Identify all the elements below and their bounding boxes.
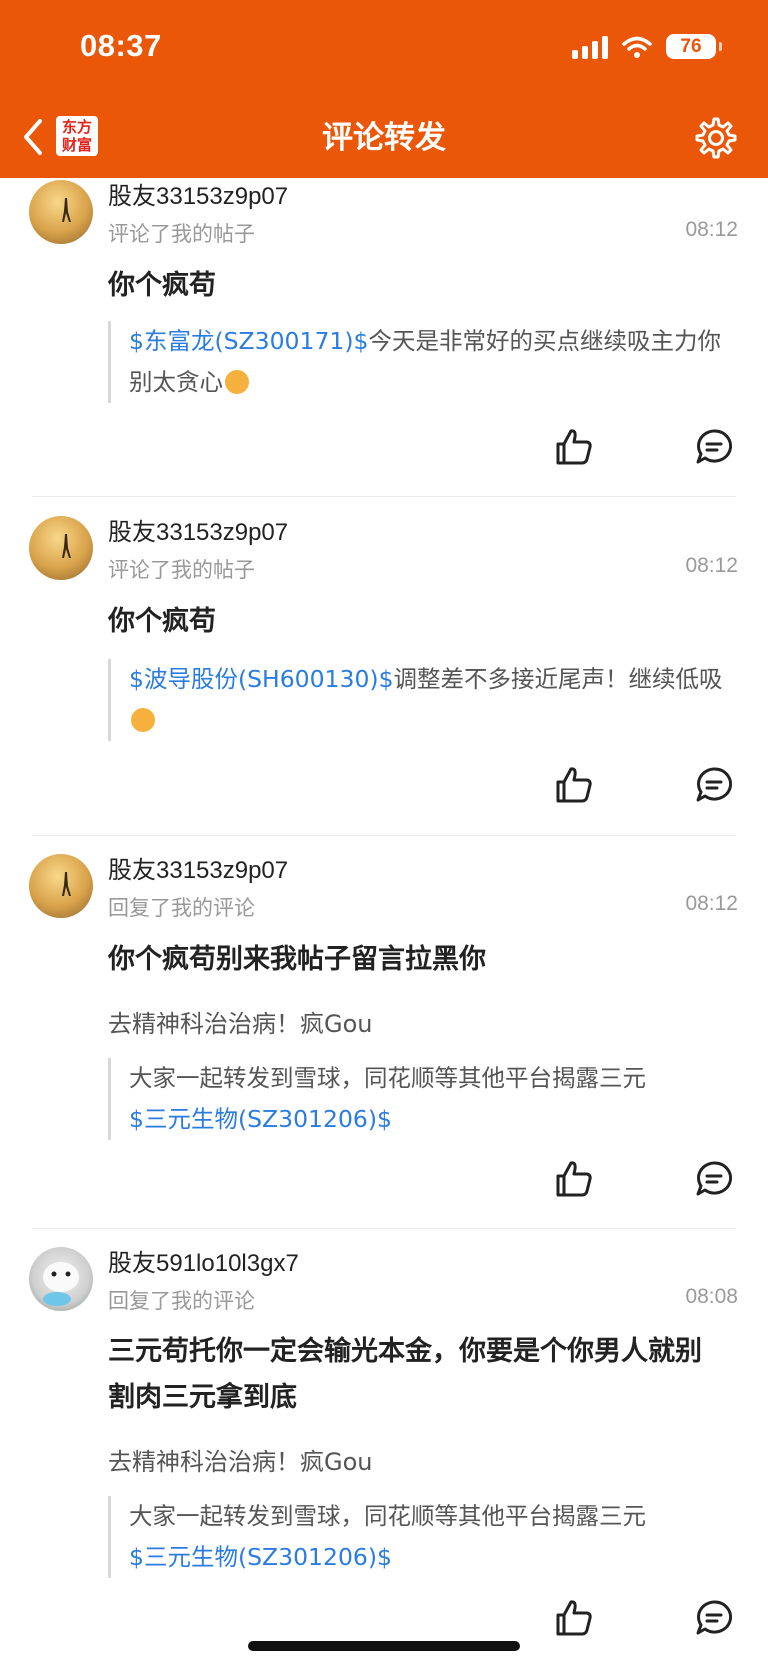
thumbs-up-icon[interactable]: [553, 1158, 595, 1200]
gear-icon[interactable]: [694, 116, 738, 160]
thumbs-up-icon[interactable]: [553, 426, 595, 468]
comment-content: 你个疯苟: [108, 270, 216, 301]
avatar-silhouette: [62, 872, 71, 896]
quoted-post[interactable]: 大家一起转发到雪球，同花顺等其他平台揭露三元 $三元生物(SZ301206)$: [108, 1496, 734, 1578]
stock-link[interactable]: $东富龙(SZ300171)$: [129, 327, 368, 355]
quote-text: 大家一起转发到雪球，同花顺等其他平台揭露三元: [129, 1064, 646, 1092]
username[interactable]: 股友33153z9p07: [108, 512, 288, 547]
comment-item[interactable]: 股友591lo10l3gx7 回复了我的评论 08:08 三元苟托你一定会输光本…: [0, 1245, 768, 1663]
timestamp: 08:12: [685, 892, 738, 915]
signal-icon: [572, 35, 608, 59]
action-text: 评论了我的帖子: [108, 558, 255, 582]
reply-text: 去精神科治治病！疯Gou: [108, 1010, 373, 1038]
avatar-hamster: [43, 1262, 79, 1306]
home-indicator[interactable]: [248, 1641, 520, 1651]
quote-text: 调整差不多接近尾声！继续低吸: [393, 665, 723, 693]
quoted-post[interactable]: $东富龙(SZ300171)$今天是非常好的买点继续吸主力你别太贪心: [108, 321, 734, 403]
comment-icon[interactable]: [693, 764, 735, 806]
page-title: 评论转发: [322, 120, 446, 156]
quoted-post[interactable]: 大家一起转发到雪球，同花顺等其他平台揭露三元 $三元生物(SZ301206)$: [108, 1058, 734, 1140]
emoji-icon: [131, 708, 155, 732]
avatar[interactable]: [29, 516, 93, 580]
comment-icon[interactable]: [693, 1597, 735, 1639]
avatar-silhouette: [62, 534, 71, 558]
divider: [32, 496, 736, 497]
comment-item[interactable]: 股友33153z9p07 评论了我的帖子 08:12 你个疯苟 $波导股份(SH…: [0, 512, 768, 836]
divider: [32, 1228, 736, 1229]
avatar[interactable]: [29, 854, 93, 918]
action-text: 回复了我的评论: [108, 1289, 255, 1313]
username[interactable]: 股友33153z9p07: [108, 176, 288, 211]
quote-text: 大家一起转发到雪球，同花顺等其他平台揭露三元: [129, 1502, 646, 1530]
status-time: 08:37: [80, 28, 162, 63]
comment-content: 三元苟托你一定会输光本金，你要是个你男人就别割肉三元拿到底: [108, 1336, 702, 1413]
reply-text: 去精神科治治病！疯Gou: [108, 1448, 373, 1476]
quoted-post[interactable]: $波导股份(SH600130)$调整差不多接近尾声！继续低吸: [108, 659, 734, 741]
thumbs-up-icon[interactable]: [553, 1597, 595, 1639]
avatar-silhouette: [62, 198, 71, 222]
timestamp: 08:12: [685, 554, 738, 577]
emoji-icon: [225, 370, 249, 394]
app-header: 08:37 76 东方 财富 评论转发: [0, 0, 768, 178]
timestamp: 08:12: [685, 218, 738, 241]
comment-content: 你个疯苟: [108, 606, 216, 637]
avatar[interactable]: [29, 180, 93, 244]
avatar[interactable]: [29, 1247, 93, 1311]
stock-link[interactable]: $波导股份(SH600130)$: [129, 665, 394, 693]
comment-item[interactable]: 股友33153z9p07 评论了我的帖子 08:12 你个疯苟 $东富龙(SZ3…: [0, 178, 768, 498]
comment-item[interactable]: 股友33153z9p07 回复了我的评论 08:12 你个疯苟别来我帖子留言拉黑…: [0, 850, 768, 1229]
comment-icon[interactable]: [693, 1158, 735, 1200]
status-icons: 76: [572, 34, 722, 59]
stock-link[interactable]: $三元生物(SZ301206)$: [129, 1543, 392, 1571]
battery-icon: 76: [666, 34, 722, 59]
comment-icon[interactable]: [693, 426, 735, 468]
action-text: 回复了我的评论: [108, 896, 255, 920]
divider: [32, 835, 736, 836]
action-text: 评论了我的帖子: [108, 222, 255, 246]
thumbs-up-icon[interactable]: [553, 764, 595, 806]
username[interactable]: 股友33153z9p07: [108, 850, 288, 885]
username[interactable]: 股友591lo10l3gx7: [108, 1243, 299, 1278]
comment-content: 你个疯苟别来我帖子留言拉黑你: [108, 944, 486, 975]
stock-link[interactable]: $三元生物(SZ301206)$: [129, 1105, 392, 1133]
timestamp: 08:08: [685, 1285, 738, 1308]
wifi-icon: [622, 36, 652, 58]
